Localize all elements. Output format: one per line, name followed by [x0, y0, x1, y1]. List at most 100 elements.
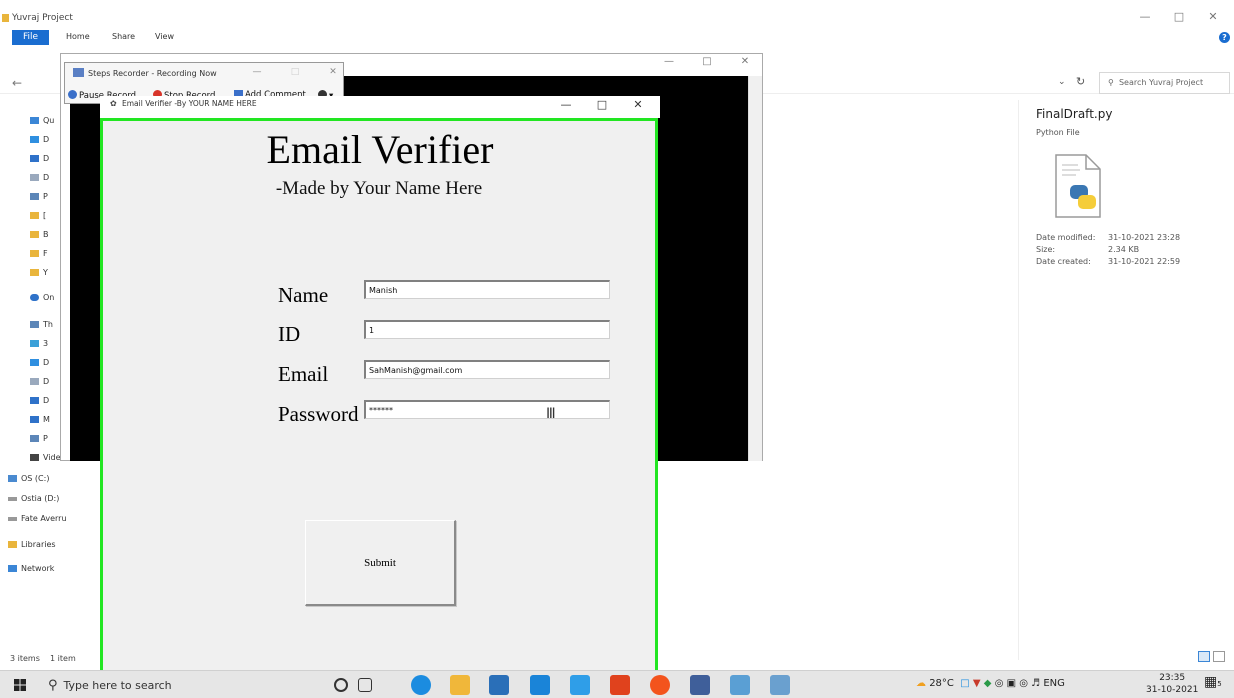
size-value: 2.34 KB [1108, 245, 1140, 254]
tray-app-icon[interactable]: ▼ [973, 678, 981, 689]
notification-count: 5 [1217, 680, 1222, 688]
nav-item-os-c[interactable]: OS (C:) [8, 474, 49, 483]
details-file-name: FinalDraft.py [1036, 107, 1113, 121]
search-icon: ⚲ [48, 678, 58, 693]
nav-item[interactable]: B [30, 230, 49, 239]
nav-item[interactable]: D [30, 135, 49, 144]
minimize-icon[interactable]: — [238, 67, 276, 77]
id-field[interactable] [364, 320, 610, 339]
close-icon[interactable]: ✕ [620, 98, 656, 111]
volume-icon[interactable]: ♬ [1031, 678, 1040, 689]
name-field[interactable] [364, 280, 610, 299]
nav-item[interactable]: D [30, 173, 49, 182]
maximize-icon[interactable]: □ [584, 98, 620, 111]
wifi-icon[interactable]: ◎ [1019, 678, 1028, 689]
close-icon[interactable]: ✕ [726, 56, 764, 67]
close-icon[interactable]: ✕ [1196, 10, 1230, 23]
date-created-value: 31-10-2021 22:59 [1108, 257, 1181, 266]
nav-item[interactable]: M [30, 415, 50, 424]
steps-recorder-icon [73, 68, 84, 77]
pictures-icon [30, 435, 39, 442]
back-arrow-icon[interactable]: ← [12, 76, 22, 90]
large-icons-view-icon[interactable] [1212, 651, 1225, 662]
text-cursor-icon: Ⅲ [546, 406, 556, 422]
nav-item[interactable]: [ [30, 211, 46, 220]
password-field[interactable] [364, 400, 610, 419]
email-verifier-window-controls: — □ ✕ [548, 98, 656, 111]
email-label: Email [278, 362, 329, 386]
nav-item-libraries[interactable]: Libraries [8, 540, 56, 549]
edge-icon[interactable] [411, 675, 431, 695]
nav-item[interactable]: D [30, 358, 49, 367]
system-tray: ☁ 28°C □ ▼ ◆ ◎ ▣ ◎ ♬ ENG [916, 678, 1065, 689]
mail-icon[interactable] [530, 675, 550, 695]
background-window-controls: — □ ✕ [650, 56, 764, 67]
scrollbar[interactable] [748, 76, 762, 461]
close-icon[interactable]: ✕ [314, 67, 352, 77]
meet-icon[interactable]: ▣ [1007, 678, 1016, 689]
clock-date: 31-10-2021 [1146, 685, 1199, 695]
weather-temperature[interactable]: 28°C [929, 678, 954, 689]
tray-app-icon[interactable]: ◎ [995, 678, 1004, 689]
taskbar-search-box[interactable]: ⚲ Type here to search [48, 678, 172, 693]
nav-item[interactable]: P [30, 434, 48, 443]
explorer-window-controls: — □ ✕ [1128, 10, 1230, 23]
nav-item-ostia-d[interactable]: Ostia (D:) [8, 494, 59, 503]
submit-button[interactable]: Submit [305, 520, 456, 606]
nav-item-onedrive[interactable]: On [30, 293, 54, 302]
tray-app-icon[interactable]: ◆ [984, 678, 992, 689]
help-icon[interactable]: ? [1219, 32, 1230, 43]
refresh-icon[interactable]: ↻ [1076, 75, 1085, 88]
explorer-search-input[interactable]: ⚲ Search Yuvraj Project [1099, 72, 1230, 94]
ribbon-tab-view[interactable]: View [155, 32, 174, 41]
nav-item-fate-averru[interactable]: Fate Averru [8, 514, 67, 523]
nav-item-quick-access[interactable]: Qu [30, 116, 54, 125]
nav-item[interactable]: D [30, 154, 49, 163]
brave-icon[interactable] [650, 675, 670, 695]
desktop-icon [30, 136, 39, 143]
cortana-icon[interactable] [334, 678, 348, 692]
steps-recorder-title: Steps Recorder - Recording Now [88, 69, 217, 78]
nav-item[interactable]: D [30, 377, 49, 386]
maximize-icon[interactable]: □ [688, 56, 726, 67]
nav-item[interactable]: Y [30, 268, 48, 277]
task-view-icon[interactable] [358, 678, 372, 692]
details-view-icon[interactable] [1198, 651, 1210, 662]
nav-item[interactable]: F [30, 249, 48, 258]
view-toggle[interactable] [1198, 651, 1225, 665]
minimize-icon[interactable]: — [548, 98, 584, 111]
app-icon[interactable] [570, 675, 590, 695]
cloud-icon [30, 294, 39, 301]
minimize-icon[interactable]: — [650, 56, 688, 67]
windows-start-icon[interactable] [14, 679, 26, 691]
chevron-down-icon[interactable]: ⌄ [1058, 77, 1066, 87]
weather-icon[interactable]: ☁ [916, 678, 926, 689]
tray-app-icon[interactable]: □ [960, 678, 969, 689]
minimize-icon[interactable]: — [1128, 10, 1162, 23]
nav-item[interactable]: P [30, 192, 48, 201]
python-idle-icon[interactable] [770, 675, 790, 695]
pictures-icon [30, 193, 39, 200]
ribbon-tab-share[interactable]: Share [112, 32, 135, 41]
steps-recorder-taskbar-icon[interactable] [690, 675, 710, 695]
python-taskbar-icon[interactable] [730, 675, 750, 695]
nav-item[interactable]: D [30, 396, 49, 405]
maximize-icon[interactable]: □ [1162, 10, 1196, 23]
ribbon-tab-home[interactable]: Home [66, 32, 90, 41]
nav-item-this-pc[interactable]: Th [30, 320, 53, 329]
ribbon-tab-file[interactable]: File [12, 30, 49, 45]
file-explorer-icon[interactable] [450, 675, 470, 695]
email-field[interactable] [364, 360, 610, 379]
nav-item[interactable]: 3 [30, 339, 48, 348]
taskbar-clock[interactable]: 23:35 31-10-2021 [1146, 672, 1198, 696]
notification-center-icon[interactable]: ▦5 [1204, 674, 1222, 692]
language-indicator[interactable]: ENG [1043, 678, 1065, 689]
password-label: Password [278, 402, 359, 426]
download-icon [30, 155, 39, 162]
id-label: ID [278, 322, 301, 346]
document-icon [30, 378, 39, 385]
nav-item-network[interactable]: Network [8, 564, 54, 573]
store-icon[interactable] [489, 675, 509, 695]
maximize-icon[interactable]: □ [276, 67, 314, 77]
office-icon[interactable] [610, 675, 630, 695]
